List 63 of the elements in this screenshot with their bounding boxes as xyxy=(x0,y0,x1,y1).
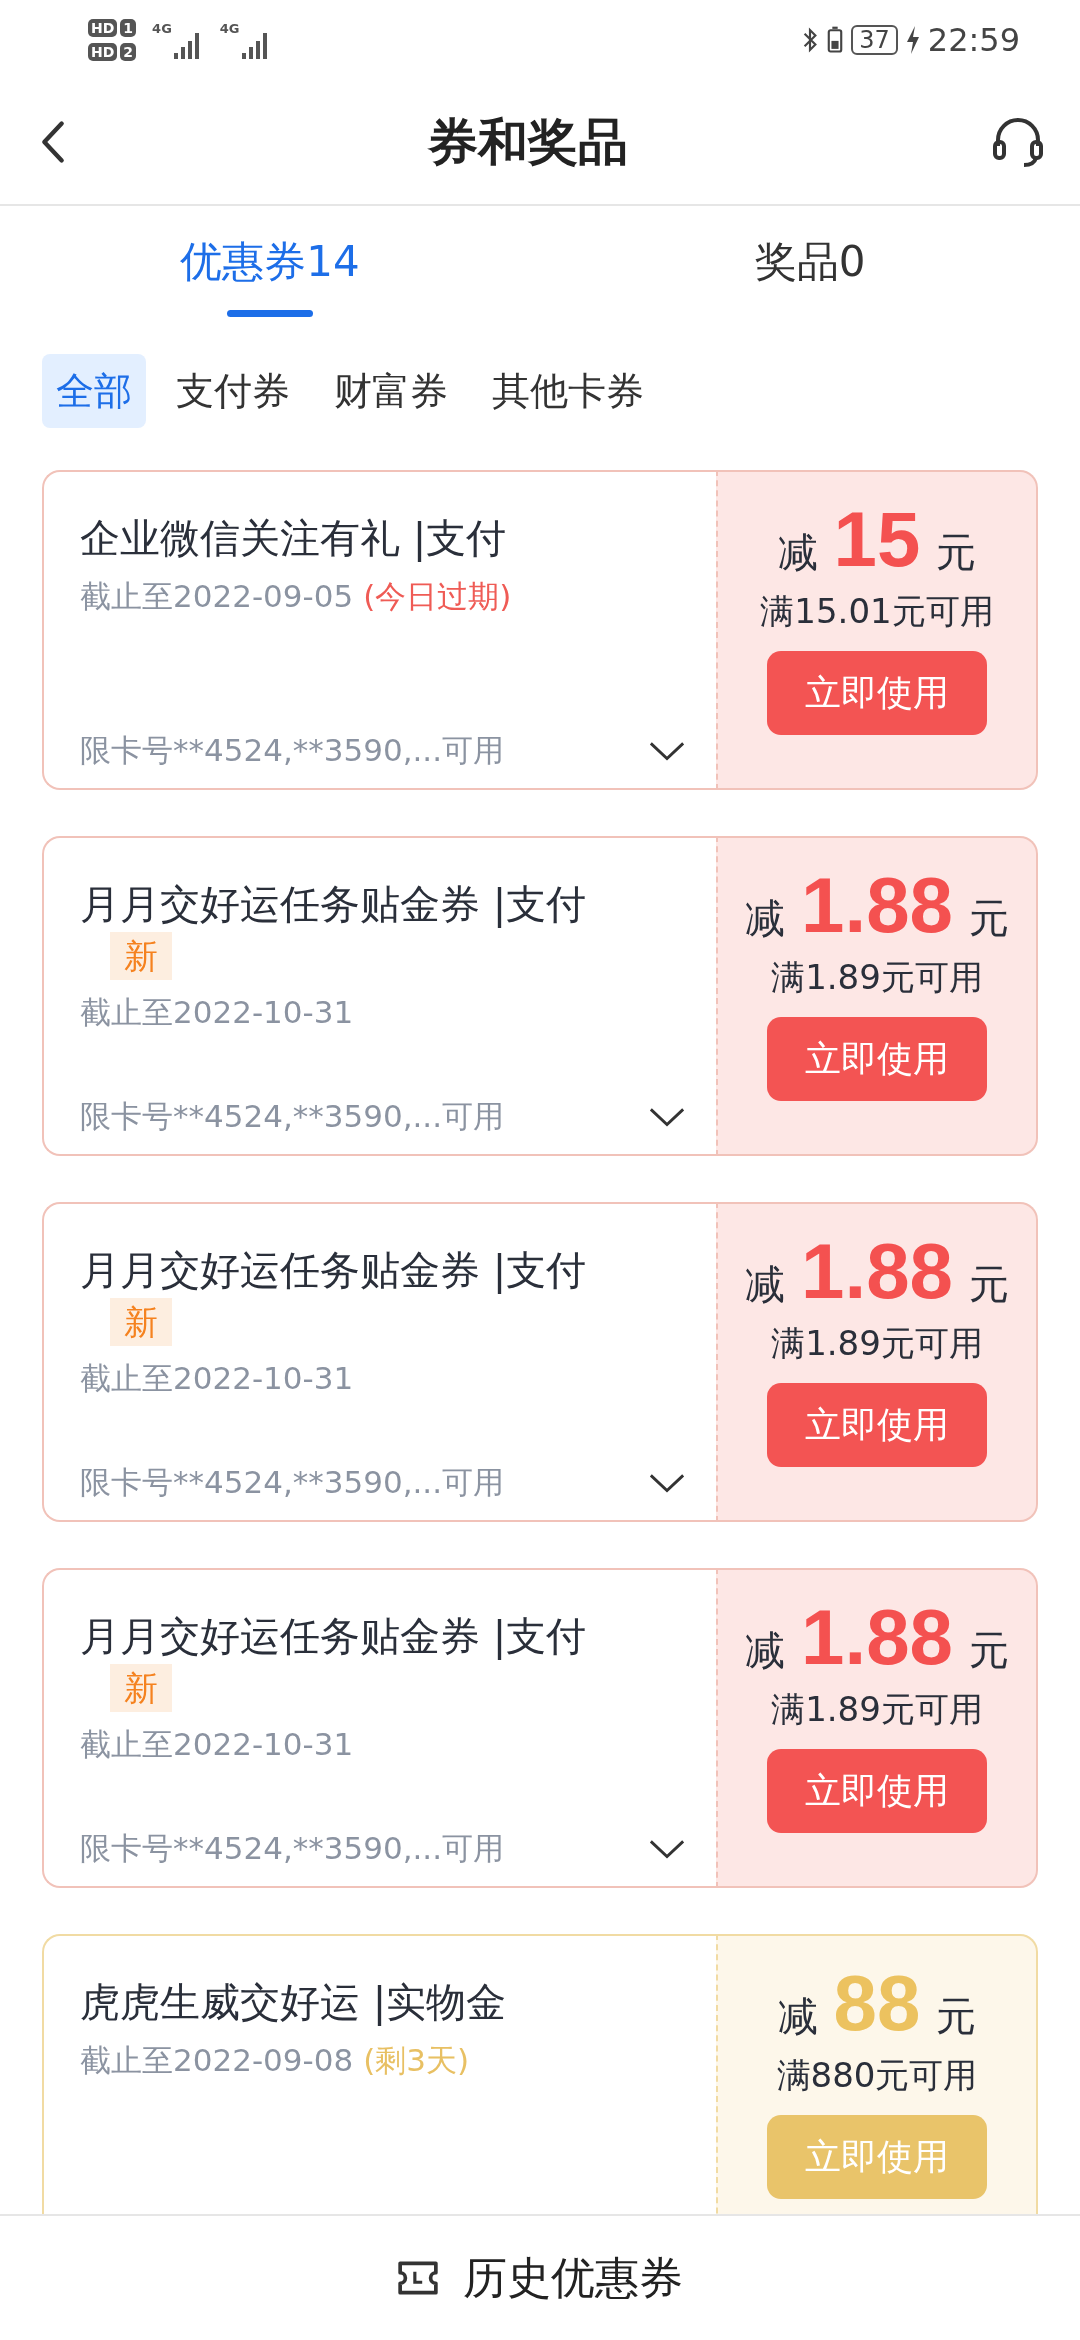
filter-chip[interactable]: 财富券 xyxy=(320,354,462,428)
network-type: 4G xyxy=(219,21,240,36)
use-now-button[interactable]: 立即使用 xyxy=(767,1383,987,1467)
expiry-date: 截止至2022-10-31 xyxy=(80,1726,354,1762)
ticket-icon xyxy=(397,2260,439,2296)
new-tag: 新 xyxy=(110,1664,172,1712)
discount-amount: 1.88 xyxy=(801,1592,953,1683)
new-tag: 新 xyxy=(110,1298,172,1346)
expiry-date: 截止至2022-09-08 xyxy=(80,2042,354,2078)
use-now-button[interactable]: 立即使用 xyxy=(767,651,987,735)
currency-unit: 元 xyxy=(968,1626,1009,1675)
filter-chip[interactable]: 支付券 xyxy=(162,354,304,428)
use-now-button[interactable]: 立即使用 xyxy=(767,1749,987,1833)
coupon-title: 企业微信关注有礼 |支付 xyxy=(80,514,507,564)
page-title: 券和奖品 xyxy=(428,111,628,173)
expiry-date: 截止至2022-09-05 xyxy=(80,578,354,614)
filter-chip[interactable]: 其他卡券 xyxy=(478,354,658,428)
discount-label: 减 xyxy=(777,528,818,577)
network-type: 4G xyxy=(152,21,172,36)
currency-unit: 元 xyxy=(968,894,1009,943)
coupon-title: 月月交好运任务贴金券 |支付 xyxy=(80,1612,587,1662)
min-spend-text: 满1.89元可用 xyxy=(771,1688,983,1731)
discount-label: 减 xyxy=(745,894,786,943)
coupon-title: 虎虎生威交好运 |实物金 xyxy=(80,1978,507,2028)
min-spend-text: 满1.89元可用 xyxy=(771,956,983,999)
charging-icon xyxy=(905,25,920,55)
expiry-date: 截止至2022-10-31 xyxy=(80,1360,354,1396)
discount-amount: 88 xyxy=(833,1958,921,2049)
filter-chip[interactable]: 全部 xyxy=(42,354,146,428)
min-spend-text: 满1.89元可用 xyxy=(771,1322,983,1365)
hd-badge: HD xyxy=(88,43,118,61)
coupon-title: 月月交好运任务贴金券 |支付 xyxy=(80,1246,587,1296)
card-limit-text: 限卡号**4524,**3590,...可用 xyxy=(80,731,505,770)
back-icon xyxy=(40,120,66,164)
discount-amount: 1.88 xyxy=(801,860,953,951)
tab[interactable]: 优惠券14 xyxy=(0,206,540,326)
min-spend-text: 满15.01元可用 xyxy=(760,590,994,633)
discount-amount: 1.88 xyxy=(801,1226,953,1317)
discount-amount: 15 xyxy=(833,494,921,585)
expiry-note: (今日过期) xyxy=(363,578,512,614)
use-now-button[interactable]: 立即使用 xyxy=(767,1017,987,1101)
expiry-date: 截止至2022-10-31 xyxy=(80,994,354,1030)
tab[interactable]: 奖品0 xyxy=(540,206,1080,326)
clock-time: 22:59 xyxy=(927,21,1020,59)
discount-label: 减 xyxy=(777,1992,818,2041)
currency-unit: 元 xyxy=(936,1992,977,2041)
discount-label: 减 xyxy=(745,1626,786,1675)
currency-unit: 元 xyxy=(936,528,977,577)
card-limit-text: 限卡号**4524,**3590,...可用 xyxy=(80,1097,505,1136)
history-coupons-link[interactable]: 历史优惠券 xyxy=(397,2248,683,2308)
sim-slot-badge: 1 xyxy=(120,19,137,37)
card-limit-text: 限卡号**4524,**3590,...可用 xyxy=(80,1829,505,1868)
battery-level: 37 xyxy=(851,25,898,55)
card-limit-text: 限卡号**4524,**3590,...可用 xyxy=(80,1463,505,1502)
expiry-note: (剩3天) xyxy=(363,2042,470,2078)
currency-unit: 元 xyxy=(968,1260,1009,1309)
bluetooth-icon xyxy=(801,25,820,55)
coupon-title: 月月交好运任务贴金券 |支付 xyxy=(80,880,587,930)
sim-slot-badge: 2 xyxy=(120,43,137,61)
discount-label: 减 xyxy=(745,1260,786,1309)
min-spend-text: 满880元可用 xyxy=(776,2054,978,2097)
hd-badge: HD xyxy=(88,19,118,37)
new-tag: 新 xyxy=(110,932,172,980)
